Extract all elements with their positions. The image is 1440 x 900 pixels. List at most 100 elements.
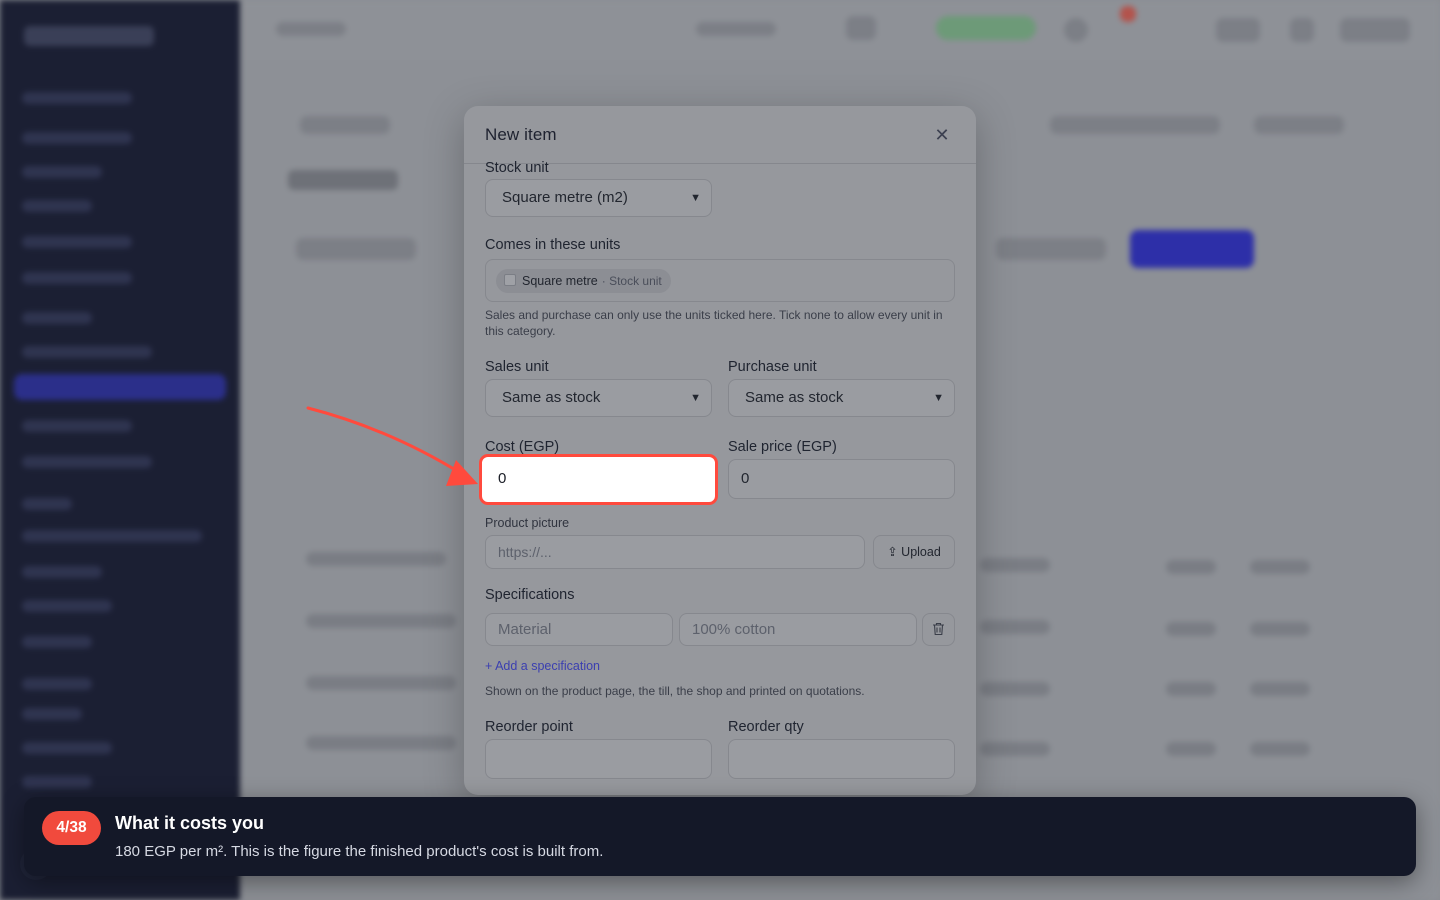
notification-badge bbox=[1120, 6, 1136, 22]
comes-in-units-label: Comes in these units bbox=[485, 237, 621, 253]
spec-name-input[interactable]: Material bbox=[485, 613, 673, 646]
table-cell bbox=[1250, 742, 1310, 756]
reorder-point-input[interactable] bbox=[485, 739, 712, 779]
topbar-item bbox=[1216, 18, 1260, 42]
status-pill bbox=[936, 16, 1036, 40]
table-cell bbox=[1166, 622, 1216, 636]
topbar-item bbox=[276, 22, 346, 36]
add-specification-link[interactable]: + Add a specification bbox=[485, 659, 600, 673]
sidebar-item bbox=[22, 566, 102, 578]
table-row bbox=[306, 614, 456, 628]
table-cell bbox=[1250, 560, 1310, 574]
tour-description: 180 EGP per m². This is the figure the f… bbox=[115, 843, 604, 860]
upload-icon: ⇪ bbox=[887, 545, 898, 559]
filter bbox=[996, 238, 1106, 260]
table-cell bbox=[1166, 682, 1216, 696]
delete-spec-button[interactable] bbox=[922, 613, 955, 646]
modal-title: New item bbox=[485, 125, 557, 144]
stock-unit-value: Square metre (m2) bbox=[502, 189, 628, 206]
sidebar-item bbox=[22, 272, 132, 284]
sale-price-input[interactable]: 0 bbox=[728, 459, 955, 499]
topbar-item bbox=[1340, 18, 1410, 42]
unit-chip-label: Square metre bbox=[522, 274, 598, 288]
sales-unit-select[interactable]: Same as stock ▼ bbox=[485, 379, 712, 417]
cost-input-value: 0 bbox=[498, 470, 507, 487]
units-box: Square metre · Stock unit bbox=[485, 259, 955, 302]
sales-unit-label: Sales unit bbox=[485, 359, 549, 375]
sidebar-item bbox=[22, 636, 92, 648]
table-cell bbox=[1166, 560, 1216, 574]
purchase-unit-label: Purchase unit bbox=[728, 359, 817, 375]
spec-value-input[interactable]: 100% cotton bbox=[679, 613, 917, 646]
new-item-modal: New item ✕ Stock unit Square metre (m2) … bbox=[464, 106, 976, 795]
pointer-arrow-icon bbox=[306, 406, 478, 486]
sidebar-item bbox=[22, 600, 112, 612]
primary-button bbox=[1130, 230, 1254, 268]
modal-header: New item ✕ bbox=[464, 106, 976, 164]
tour-callout: 4/38 What it costs you 180 EGP per m². T… bbox=[24, 797, 1416, 876]
sidebar-item bbox=[22, 132, 132, 144]
sales-unit-value: Same as stock bbox=[502, 389, 601, 406]
purchase-unit-select[interactable]: Same as stock ▼ bbox=[728, 379, 955, 417]
reorder-qty-label: Reorder qty bbox=[728, 719, 804, 735]
chevron-down-icon: ▼ bbox=[690, 192, 701, 204]
close-button[interactable]: ✕ bbox=[930, 123, 954, 147]
table-row bbox=[306, 676, 456, 690]
sidebar-item bbox=[22, 456, 152, 468]
sidebar-item bbox=[22, 530, 202, 542]
topbar-item bbox=[846, 16, 876, 40]
checkbox-icon[interactable] bbox=[504, 274, 516, 286]
specifications-label: Specifications bbox=[485, 587, 575, 603]
table-cell bbox=[980, 682, 1050, 696]
stock-unit-select[interactable]: Square metre (m2) ▼ bbox=[485, 179, 712, 217]
sidebar-item bbox=[22, 92, 132, 104]
page-title bbox=[288, 170, 398, 190]
cost-input[interactable] bbox=[479, 454, 718, 505]
table-cell bbox=[980, 558, 1050, 572]
sidebar-item bbox=[22, 312, 92, 324]
table-cell bbox=[1250, 622, 1310, 636]
unit-chip-square-metre[interactable]: Square metre · Stock unit bbox=[496, 269, 671, 293]
table-cell bbox=[1250, 682, 1310, 696]
upload-button-label: Upload bbox=[901, 545, 941, 559]
upload-button[interactable]: ⇪ Upload bbox=[873, 535, 955, 569]
sidebar bbox=[0, 0, 240, 900]
sidebar-item bbox=[22, 166, 102, 178]
topbar bbox=[240, 0, 1440, 60]
sidebar-item bbox=[22, 200, 92, 212]
trash-icon bbox=[933, 622, 944, 635]
table-cell bbox=[980, 620, 1050, 634]
close-icon: ✕ bbox=[934, 125, 950, 145]
reorder-qty-input[interactable] bbox=[728, 739, 955, 779]
table-row bbox=[306, 552, 446, 566]
tab bbox=[300, 116, 390, 134]
sidebar-item bbox=[22, 708, 82, 720]
specifications-help-text: Shown on the product page, the till, the… bbox=[485, 684, 865, 698]
logo bbox=[24, 26, 154, 46]
units-help-text: Sales and purchase can only use the unit… bbox=[485, 308, 943, 338]
product-picture-url-input[interactable]: https://... bbox=[485, 535, 865, 569]
topbar-item bbox=[1290, 18, 1314, 42]
topbar-item bbox=[1064, 18, 1088, 42]
sidebar-item bbox=[22, 498, 72, 510]
sidebar-item-active bbox=[14, 374, 226, 400]
reorder-point-label: Reorder point bbox=[485, 719, 573, 735]
sidebar-item bbox=[22, 742, 112, 754]
stock-unit-label: Stock unit bbox=[485, 160, 549, 176]
tour-title: What it costs you bbox=[115, 813, 265, 833]
tab bbox=[1254, 116, 1344, 134]
sidebar-item bbox=[22, 678, 92, 690]
purchase-unit-value: Same as stock bbox=[745, 389, 844, 406]
chevron-down-icon: ▼ bbox=[690, 392, 701, 404]
sidebar-item bbox=[22, 236, 132, 248]
table-cell bbox=[1166, 742, 1216, 756]
sidebar-item bbox=[22, 346, 152, 358]
tab bbox=[1050, 116, 1220, 134]
step-badge: 4/38 bbox=[42, 811, 101, 845]
sidebar-item bbox=[22, 776, 92, 788]
topbar-item bbox=[696, 22, 776, 36]
product-picture-label: Product picture bbox=[485, 516, 570, 530]
sale-price-label: Sale price (EGP) bbox=[728, 439, 837, 455]
table-row bbox=[306, 736, 456, 750]
filter bbox=[296, 238, 416, 260]
